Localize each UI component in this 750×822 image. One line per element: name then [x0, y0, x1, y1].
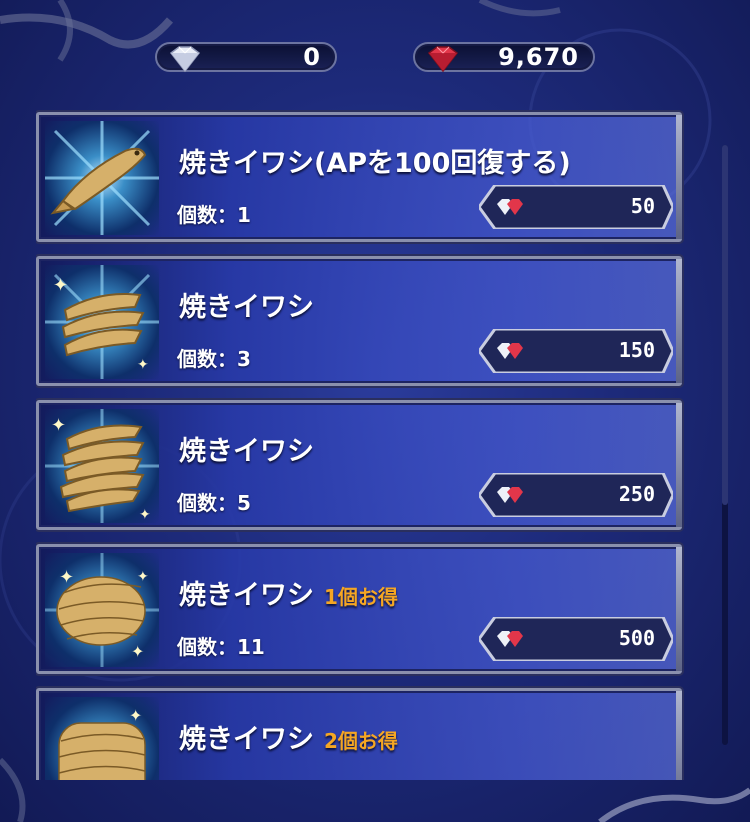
buy-button[interactable]: 250 — [479, 473, 673, 517]
sardine-5-icon: ✦ ✦ — [45, 409, 159, 523]
svg-text:✦: ✦ — [137, 357, 149, 373]
item-price: 250 — [618, 482, 655, 506]
sardine-pile-icon: ✦ — [45, 697, 159, 780]
svg-text:✦: ✦ — [53, 275, 68, 296]
item-price: 500 — [618, 626, 655, 650]
sardine-11-icon: ✦ ✦ ✦ — [45, 553, 159, 667]
svg-text:✦: ✦ — [131, 642, 144, 661]
shop-item-sardine-11[interactable]: ✦ ✦ ✦ 焼きイワシ 1個お得 個数：11 500 — [36, 544, 682, 674]
item-price: 150 — [618, 338, 655, 362]
shop-item-sardine-pile[interactable]: ✦ 焼きイワシ 2個お得 — [36, 688, 682, 780]
item-quantity: 個数：5 — [177, 491, 251, 515]
sardine-1-icon — [45, 121, 159, 235]
item-title: 焼きイワシ — [179, 292, 314, 323]
svg-text:✦: ✦ — [137, 569, 149, 585]
sardine-3-icon: ✦ ✦ — [45, 265, 159, 379]
svg-text:✦: ✦ — [59, 567, 74, 588]
item-title: 焼きイワシ(APを100回復する) — [179, 148, 571, 179]
shop-item-list[interactable]: 焼きイワシ(APを100回復する) 個数：1 50 ✦ ✦ 焼きイワシ 個数：3… — [36, 110, 684, 780]
silver-gem-counter: 0 — [155, 42, 337, 73]
bonus-note: 1個お得 — [324, 585, 398, 609]
shop-item-sardine-1[interactable]: 焼きイワシ(APを100回復する) 個数：1 50 — [36, 112, 682, 242]
item-title: 焼きイワシ 1個お得 — [179, 580, 398, 611]
item-quantity: 個数：1 — [177, 203, 251, 227]
silver-gem-count: 0 — [303, 43, 321, 71]
item-title: 焼きイワシ — [179, 436, 314, 467]
item-price: 50 — [630, 194, 655, 218]
shop-item-sardine-3[interactable]: ✦ ✦ 焼きイワシ 個数：3 150 — [36, 256, 682, 386]
red-gem-counter: 9,670 — [413, 42, 595, 73]
red-gem-icon — [421, 43, 465, 79]
svg-text:✦: ✦ — [51, 415, 66, 436]
item-title: 焼きイワシ 2個お得 — [179, 724, 398, 755]
scrollbar-thumb[interactable] — [722, 145, 728, 505]
buy-button[interactable]: 50 — [479, 185, 673, 229]
item-quantity: 個数：11 — [177, 635, 265, 659]
buy-button[interactable]: 500 — [479, 617, 673, 661]
svg-text:✦: ✦ — [129, 706, 142, 725]
red-gem-count: 9,670 — [498, 43, 579, 71]
white-gem-icon — [163, 43, 207, 79]
bonus-note: 2個お得 — [324, 729, 398, 753]
buy-button[interactable]: 150 — [479, 329, 673, 373]
item-quantity: 個数：3 — [177, 347, 251, 371]
svg-text:✦: ✦ — [139, 507, 151, 523]
shop-item-sardine-5[interactable]: ✦ ✦ 焼きイワシ 個数：5 250 — [36, 400, 682, 530]
